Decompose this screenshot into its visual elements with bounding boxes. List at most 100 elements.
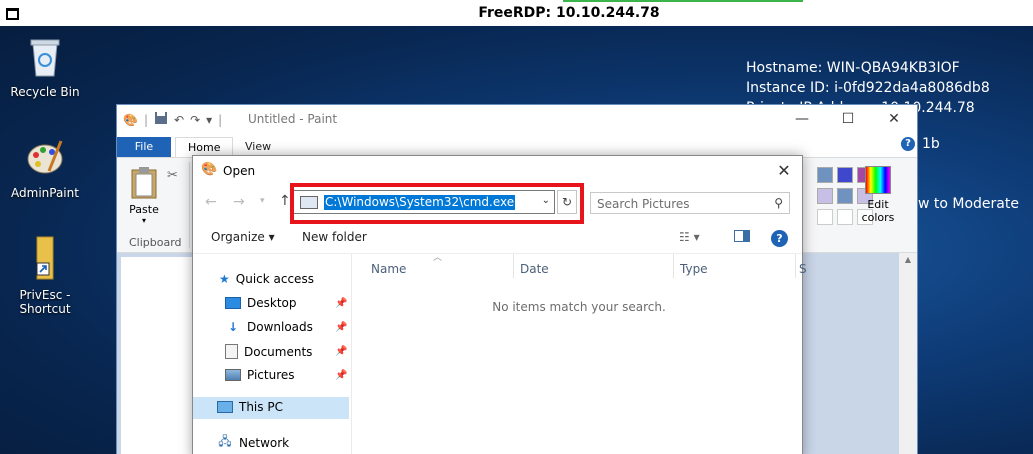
customize-toolbar-icon[interactable]: ▾ bbox=[206, 113, 212, 127]
nav-item-label: Pictures bbox=[247, 368, 295, 382]
sort-indicator-icon: ︿ bbox=[433, 253, 443, 263]
bginfo-fragment: 1b bbox=[922, 136, 940, 152]
help-icon[interactable]: ? bbox=[771, 230, 788, 247]
desktop-icon-adminpaint[interactable]: AdminPaint bbox=[5, 135, 85, 200]
chevron-down-icon: ▾ bbox=[141, 216, 146, 225]
command-bar: Organize ▾ New folder ☷ ▾ ? bbox=[193, 224, 802, 254]
paste-button[interactable]: Paste ▾ bbox=[127, 166, 161, 225]
column-separator[interactable] bbox=[513, 254, 514, 278]
column-separator[interactable] bbox=[673, 254, 674, 278]
color-swatch[interactable] bbox=[817, 188, 833, 204]
desktop-icon-privesc-shortcut[interactable]: PrivEsc - Shortcut bbox=[5, 235, 85, 316]
redo-icon[interactable]: ↷ bbox=[190, 113, 200, 127]
edit-colors-button[interactable]: Edit colors bbox=[859, 166, 897, 224]
ribbon-tabs: File Home View ? bbox=[117, 133, 917, 157]
paint-title: Untitled - Paint bbox=[248, 112, 338, 126]
open-dialog: 🎨 Open ✕ ← → ▾ ↑ C:\Windows\System32\cmd… bbox=[192, 155, 807, 454]
dialog-title: Open bbox=[223, 164, 256, 178]
pin-icon: 📌 bbox=[335, 370, 348, 381]
color-swatch[interactable] bbox=[837, 167, 853, 183]
nav-item-label: This PC bbox=[239, 400, 283, 414]
recycle-bin-icon bbox=[30, 39, 60, 77]
search-input[interactable]: Search Pictures ⚲ bbox=[590, 192, 790, 214]
nav-item-label: Quick access bbox=[235, 272, 314, 286]
nav-item-desktop[interactable]: Desktop bbox=[225, 296, 297, 310]
document-icon bbox=[225, 344, 238, 359]
nav-item-downloads[interactable]: ↓ Downloads bbox=[225, 320, 313, 334]
bginfo-fragment-2: w to Moderate bbox=[918, 196, 1019, 212]
column-separator[interactable] bbox=[795, 254, 796, 278]
color-swatch[interactable] bbox=[837, 209, 853, 225]
paint-app-icon[interactable]: 🎨 bbox=[123, 113, 138, 127]
rdp-title-bar: FreeRDP: 10.10.244.78 bbox=[0, 0, 1033, 26]
search-placeholder: Search Pictures bbox=[597, 197, 690, 211]
download-arrow-icon: ↓ bbox=[227, 320, 239, 334]
new-folder-button[interactable]: New folder bbox=[302, 230, 367, 244]
close-icon[interactable]: ✕ bbox=[871, 105, 917, 133]
paint-app-icon: 🎨 bbox=[201, 162, 218, 177]
scroll-up-icon[interactable]: ▲ bbox=[899, 255, 917, 264]
tab-file[interactable]: File bbox=[117, 137, 171, 157]
minimize-icon[interactable]: — bbox=[779, 105, 825, 133]
column-header-date[interactable]: Date bbox=[520, 262, 549, 276]
help-icon[interactable]: ? bbox=[901, 137, 915, 151]
nav-item-label: Network bbox=[239, 435, 290, 450]
pin-icon: 📌 bbox=[335, 346, 348, 357]
nav-item-network[interactable]: 🖧 Network bbox=[217, 432, 289, 453]
nav-item-documents[interactable]: Documents bbox=[225, 344, 312, 359]
desktop-icon-recycle-bin[interactable]: Recycle Bin bbox=[5, 36, 85, 99]
window-controls: — ☐ ✕ bbox=[779, 105, 917, 133]
color-swatch[interactable] bbox=[817, 209, 833, 225]
save-icon[interactable] bbox=[154, 111, 168, 128]
pictures-icon bbox=[225, 369, 241, 381]
paste-label: Paste bbox=[129, 203, 159, 216]
nav-item-label: Desktop bbox=[247, 296, 297, 310]
back-arrow-icon[interactable]: ← bbox=[205, 194, 217, 210]
color-swatch[interactable] bbox=[837, 188, 853, 204]
desktop-icon bbox=[225, 297, 241, 309]
column-header-type[interactable]: Type bbox=[680, 262, 708, 276]
clipboard-icon bbox=[131, 167, 157, 199]
quick-access-toolbar: 🎨 | ↶ ↷ ▾ | bbox=[123, 111, 223, 128]
star-icon: ★ bbox=[219, 272, 230, 286]
paint-title-bar: 🎨 | ↶ ↷ ▾ | Untitled - Paint — ☐ ✕ bbox=[117, 105, 917, 133]
tab-view[interactable]: View bbox=[233, 137, 283, 157]
preview-pane-icon[interactable] bbox=[734, 230, 750, 245]
navigation-pane: ★ Quick access Desktop 📌 ↓ Downloads 📌 D… bbox=[193, 254, 351, 454]
forward-arrow-icon[interactable]: → bbox=[233, 194, 245, 210]
nav-item-this-pc[interactable]: This PC bbox=[217, 400, 283, 414]
vertical-scrollbar[interactable]: ▲ bbox=[899, 253, 917, 454]
edit-colors-label: Edit colors bbox=[861, 198, 895, 224]
tab-home[interactable]: Home bbox=[175, 137, 234, 157]
undo-icon[interactable]: ↶ bbox=[174, 113, 184, 127]
search-icon[interactable]: ⚲ bbox=[774, 196, 783, 210]
nav-item-label: Documents bbox=[244, 344, 313, 359]
nav-item-pictures[interactable]: Pictures bbox=[225, 368, 295, 382]
column-header-name[interactable]: Name bbox=[371, 262, 406, 276]
clipboard-group-label: Clipboard bbox=[129, 236, 182, 249]
organize-button[interactable]: Organize ▾ bbox=[211, 230, 275, 244]
rdp-title: FreeRDP: 10.10.244.78 bbox=[478, 5, 660, 21]
recent-locations-icon[interactable]: ▾ bbox=[260, 196, 265, 206]
nav-item-label: Downloads bbox=[247, 320, 313, 334]
close-icon[interactable]: ✕ bbox=[772, 160, 796, 182]
empty-message: No items match your search. bbox=[492, 300, 666, 314]
paint-palette-icon bbox=[27, 140, 63, 174]
column-header-size[interactable]: S bbox=[799, 262, 807, 276]
computer-icon bbox=[217, 401, 233, 413]
view-options-icon[interactable]: ☷ ▾ bbox=[679, 230, 700, 244]
file-list: ︿ Name Date Type S No items match your s… bbox=[355, 253, 807, 454]
up-arrow-icon[interactable]: ↑ bbox=[279, 193, 291, 209]
nav-item-quick-access[interactable]: ★ Quick access bbox=[219, 272, 314, 286]
pin-icon: 📌 bbox=[335, 322, 348, 333]
maximize-icon[interactable]: ☐ bbox=[825, 105, 871, 133]
rdp-accent-bar bbox=[563, 0, 803, 2]
desktop-icon-label: Recycle Bin bbox=[10, 85, 80, 99]
desktop-icon-label: PrivEsc - Shortcut bbox=[19, 288, 71, 316]
highlight-box bbox=[290, 183, 584, 224]
color-swatch[interactable] bbox=[817, 167, 833, 183]
cut-icon[interactable]: ✂ bbox=[167, 168, 178, 183]
bginfo-instance-id: Instance ID: i-0fd922da4a8086db8 bbox=[746, 80, 990, 96]
color-spectrum-icon bbox=[865, 166, 891, 194]
pin-icon: 📌 bbox=[335, 298, 348, 309]
